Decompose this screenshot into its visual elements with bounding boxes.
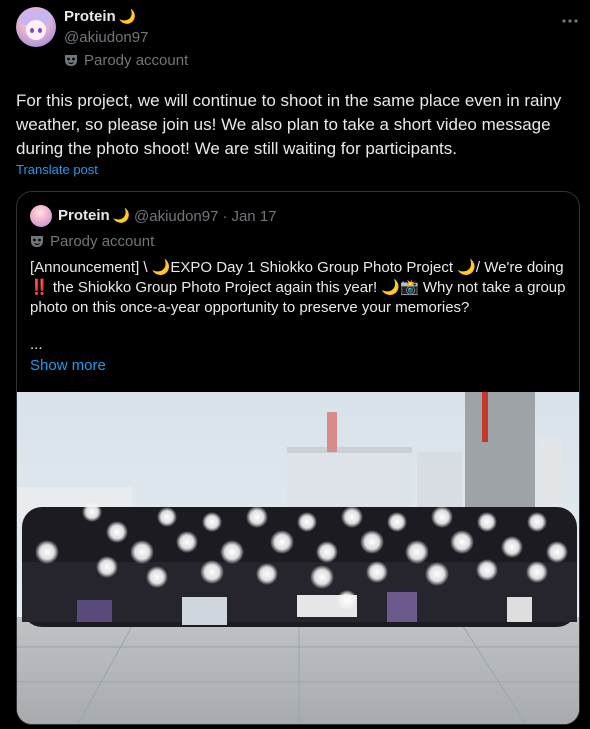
moon-emoji: 🌙 — [118, 8, 137, 24]
quote-handle[interactable]: @akiudon97 — [134, 208, 218, 225]
quote-separator: · — [222, 208, 228, 225]
quoted-post[interactable]: Protein 🌙 @akiudon97 · Jan 17 Parody acc… — [16, 191, 580, 725]
more-icon[interactable] — [562, 10, 578, 28]
quote-display-name-text[interactable]: Protein — [58, 207, 110, 224]
quote-text: [Announcement] \ 🌙EXPO Day 1 Shiokko Gro… — [30, 259, 566, 316]
group-photo[interactable] — [17, 392, 579, 724]
parody-label: Parody account — [84, 52, 189, 69]
show-more-link[interactable]: Show more — [30, 357, 106, 374]
quote-parody-badge: Parody account — [30, 233, 154, 250]
translate-post-link[interactable]: Translate post — [16, 162, 98, 177]
avatar[interactable] — [16, 7, 56, 47]
display-name-text[interactable]: Protein — [64, 8, 116, 25]
quote-ellipsis: ... — [30, 336, 43, 353]
mask-icon — [65, 55, 77, 66]
display-name[interactable]: Protein 🌙 — [64, 8, 136, 25]
quote-parody-label: Parody account — [50, 233, 155, 250]
moon-emoji: 🌙 — [112, 207, 131, 223]
quote-meta: @akiudon97 · Jan 17 — [134, 208, 277, 225]
quote-date[interactable]: Jan 17 — [231, 208, 276, 225]
group-photo-image — [17, 392, 579, 724]
quote-display-name[interactable]: Protein 🌙 — [58, 207, 130, 224]
mask-icon — [31, 236, 43, 247]
quote-avatar[interactable] — [30, 205, 52, 227]
parody-badge: Parody account — [64, 52, 188, 69]
user-handle[interactable]: @akiudon97 — [64, 29, 148, 46]
post-text: For this project, we will continue to sh… — [16, 91, 562, 158]
